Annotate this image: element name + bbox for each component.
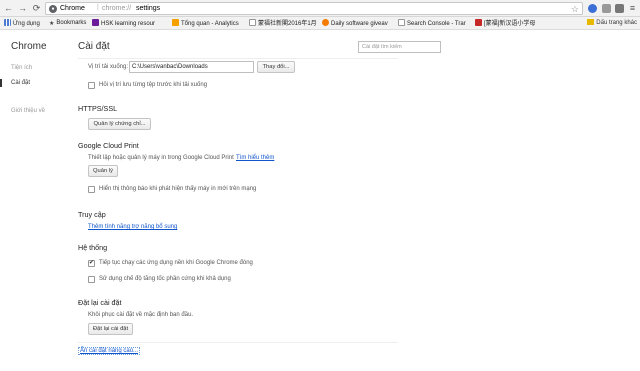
reset-description: Khôi phục cài đặt về mặc định ban đầu. — [88, 312, 194, 318]
ask-download-location-checkbox[interactable] — [88, 82, 95, 89]
settings-search-input[interactable]: Cài đặt tìm kiếm — [358, 41, 441, 53]
bookmark-label: Daily software giveav — [331, 21, 388, 27]
url-separator: | — [97, 4, 99, 11]
new-printer-notify-label: Hiển thị thông báo khi phát hiện thấy má… — [99, 186, 257, 192]
bookmark-favicon — [475, 19, 482, 26]
bookmark-item[interactable]: [蒙福]新汉语小学母 — [475, 19, 535, 28]
bookmark-item[interactable]: Tổng quan - Analytics — [172, 19, 239, 28]
other-bookmarks-label: Dấu trang khác — [596, 20, 637, 26]
folder-icon — [587, 19, 595, 25]
address-bar[interactable]: ● Chrome | chrome:// settings ☆ — [45, 2, 583, 15]
sidebar-item-extensions[interactable]: Tiện ích — [11, 65, 32, 71]
cloud-print-heading: Google Cloud Print — [78, 141, 139, 150]
reload-icon[interactable]: ⟳ — [31, 3, 42, 14]
forward-icon[interactable]: → — [17, 3, 28, 14]
new-printer-notify-checkbox[interactable] — [88, 186, 95, 193]
bookmark-label: Bookmarks — [56, 20, 87, 26]
page-icon — [249, 19, 256, 26]
browser-toolbar: ← → ⟳ ● Chrome | chrome:// settings ☆ ≡ — [0, 0, 640, 17]
extension-icon[interactable] — [602, 4, 611, 13]
bookmark-item[interactable]: ★ Bookmarks — [49, 19, 86, 28]
cloud-print-description: Thiết lập hoặc quản lý máy in trong Goog… — [88, 155, 234, 161]
other-bookmarks[interactable]: Dấu trang khác — [587, 19, 637, 28]
download-location-label: Vị trí tải xuống: — [88, 64, 129, 70]
settings-sidebar: Chrome Tiện ích Cài đặt Giới thiệu về — [0, 30, 62, 371]
bookmark-favicon — [92, 19, 99, 26]
extension-icon[interactable] — [615, 4, 624, 13]
download-location-field: C:\Users\vanbac\Downloads — [129, 61, 254, 73]
reset-heading: Đặt lại cài đặt — [78, 298, 122, 307]
bookmark-label: 蒙福社新閣2016年1月 — [258, 21, 317, 27]
hide-advanced-settings-link[interactable]: Ẩn cài đặt nâng cao... — [78, 347, 141, 355]
add-accessibility-features-link[interactable]: Thêm tính năng trợ năng bổ sung — [88, 224, 177, 230]
system-heading: Hệ thống — [78, 243, 108, 252]
bookmark-item[interactable]: Search Console - Trar — [398, 19, 466, 28]
analytics-icon — [172, 19, 179, 26]
sidebar-item-about[interactable]: Giới thiệu về — [11, 108, 45, 114]
url-path: settings — [136, 5, 161, 12]
page-icon — [398, 19, 405, 26]
bookmark-apps[interactable]: Ứng dụng — [4, 19, 40, 28]
sidebar-title: Chrome — [11, 41, 47, 52]
bookmarks-bar: Ứng dụng ★ Bookmarks HSK learning resour … — [0, 17, 640, 30]
accessibility-heading: Truy cập — [78, 210, 106, 219]
bookmark-label: [蒙福]新汉语小学母 — [484, 21, 536, 27]
background-apps-checkbox[interactable] — [88, 259, 95, 267]
divider — [78, 58, 398, 59]
bookmark-item[interactable]: HSK learning resour — [92, 19, 155, 28]
menu-icon[interactable]: ≡ — [627, 3, 638, 14]
bookmark-label: Ứng dụng — [13, 21, 40, 27]
apps-grid-icon — [4, 19, 11, 26]
chrome-page-icon: ● — [49, 5, 57, 13]
site-label: Chrome — [60, 5, 85, 12]
divider — [78, 342, 398, 343]
manage-cloud-print-button[interactable]: Quản lý — [88, 165, 118, 177]
back-icon[interactable]: ← — [3, 3, 14, 14]
url-host: chrome:// — [102, 5, 132, 12]
sidebar-item-settings[interactable]: Cài đặt — [0, 79, 30, 87]
bookmark-label: Search Console - Trar — [407, 21, 466, 27]
ask-download-location-label: Hỏi vị trí lưu từng tệp trước khi tải xu… — [99, 82, 208, 88]
bookmark-label: HSK learning resour — [101, 21, 156, 27]
cloud-print-learn-more-link[interactable]: Tìm hiểu thêm — [236, 155, 274, 161]
reset-settings-button[interactable]: Đặt lại cài đặt — [88, 323, 133, 335]
bookmark-label: Tổng quan - Analytics — [181, 21, 239, 27]
bookmark-item[interactable]: Daily software giveav — [322, 19, 388, 28]
star-icon: ★ — [49, 21, 55, 27]
hardware-acceleration-checkbox[interactable] — [88, 276, 95, 283]
https-heading: HTTPS/SSL — [78, 104, 118, 113]
manage-certificates-button[interactable]: Quản lý chứng chỉ... — [88, 118, 151, 130]
hardware-acceleration-label: Sử dụng chế độ tăng tốc phần cứng khi kh… — [99, 276, 231, 282]
background-apps-label: Tiếp tục chạy các ứng dụng nền khi Googl… — [99, 260, 253, 266]
giveaway-icon — [322, 19, 329, 26]
change-download-location-button[interactable]: Thay đổi... — [257, 61, 295, 73]
bookmark-item[interactable]: 蒙福社新閣2016年1月 — [249, 19, 317, 28]
bookmark-star-icon[interactable]: ☆ — [571, 4, 579, 14]
page-title: Cài đặt — [78, 41, 110, 52]
extension-icon[interactable] — [588, 4, 597, 13]
